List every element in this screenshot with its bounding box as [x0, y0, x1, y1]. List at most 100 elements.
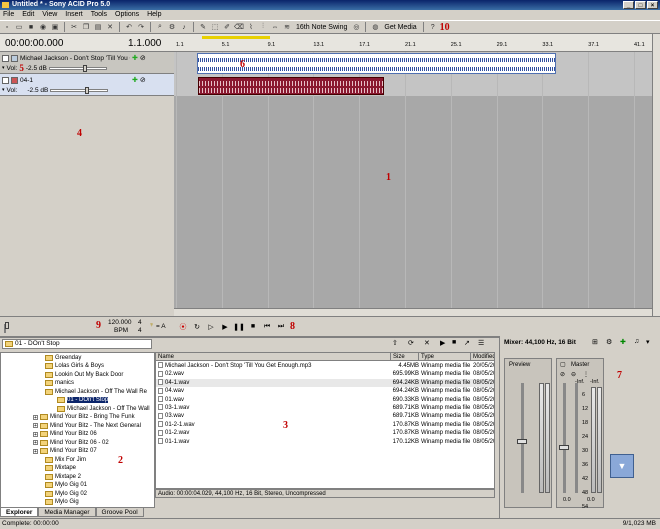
master-mute-icon[interactable]: ⊖ [571, 371, 576, 378]
ruler[interactable]: 1.1 5.1 9.1 13.1 17.1 21.1 25.1 29.1 33.1 37.1 41.… [174, 34, 652, 52]
new-icon[interactable]: ▫ [2, 22, 12, 32]
add-fx-icon[interactable]: ✚ [132, 54, 138, 62]
expand-icon[interactable]: ▾ [2, 87, 5, 93]
properties-icon[interactable]: ▣ [50, 22, 60, 32]
minimize-button[interactable]: _ [623, 1, 634, 9]
select-tool-icon[interactable]: ⬚ [210, 22, 220, 32]
sig-bottom[interactable]: 4 [138, 327, 142, 334]
mute-icon[interactable]: ⊘ [140, 54, 146, 62]
master-solo-icon[interactable]: ⋮ [583, 371, 589, 378]
vol-slider[interactable] [50, 86, 109, 94]
delete-file-icon[interactable]: ✕ [424, 339, 430, 347]
whats-this-icon[interactable]: ? [428, 22, 438, 32]
expand-icon[interactable]: + [33, 423, 38, 429]
soft-synth-icon[interactable]: ♫ [634, 338, 639, 345]
expand-icon[interactable]: + [33, 448, 38, 454]
tempo-value[interactable]: 120.000 [108, 319, 132, 326]
groove-tool-icon[interactable]: ≋ [282, 22, 292, 32]
undo-icon[interactable]: ↶ [124, 22, 134, 32]
preview-stop-icon[interactable]: ■ [452, 339, 456, 346]
file-row[interactable]: 04.wav 694.24KBWinamp media file08/05/200… [156, 387, 494, 395]
play-from-start-icon[interactable]: ▷ [206, 322, 216, 332]
file-row[interactable]: 04-1.wav 694.24KB Winamp media file 08/05/2… [156, 378, 494, 387]
draw-tool-icon[interactable]: ✎ [198, 22, 208, 32]
go-end-icon[interactable]: ⏭ [276, 322, 286, 332]
vol-knob[interactable] [84, 86, 89, 94]
master-fader-left[interactable] [559, 445, 569, 450]
open-icon[interactable]: ▭ [14, 22, 24, 32]
expand-icon[interactable]: + [33, 431, 38, 437]
file-row[interactable]: 01-2-1.wav 170.87KB Winamp media file 08/05… [156, 421, 494, 429]
record-icon[interactable]: ⦿ [178, 322, 188, 332]
mute-icon[interactable]: ⊘ [140, 76, 146, 84]
col-type[interactable]: Type [419, 353, 471, 361]
horizontal-scrollbar[interactable] [174, 308, 652, 316]
menu-help[interactable]: Help [144, 11, 164, 18]
file-row[interactable]: 01-1.wav 170.12KB Winamp media file 08/05/2… [156, 438, 494, 446]
stop-icon[interactable]: ■ [248, 322, 258, 332]
menu-view[interactable]: View [39, 11, 60, 18]
file-row[interactable]: 01.wav 690.33KBWinamp media file08/05/200… [156, 396, 494, 404]
tree-item[interactable]: Mylo Gig [45, 498, 79, 507]
vertical-scrollbar[interactable] [652, 34, 660, 316]
erase-tool-icon[interactable]: ⌫ [234, 22, 244, 32]
delete-icon[interactable]: ✕ [105, 22, 115, 32]
vol-slider[interactable] [48, 64, 107, 72]
col-size[interactable]: Size [391, 353, 419, 361]
loop-icon[interactable]: ↻ [192, 322, 202, 332]
sig-top[interactable]: 4 [138, 319, 142, 326]
play-icon[interactable]: ▶ [220, 322, 230, 332]
file-row[interactable]: 03.wav 689.71KBWinamp media file08/05/200… [156, 412, 494, 420]
audio-clip-2[interactable] [198, 77, 384, 95]
expand-icon[interactable]: + [33, 414, 38, 420]
key-value[interactable]: = A [156, 323, 166, 330]
split-tool-icon[interactable]: ⫶ [258, 22, 268, 32]
copy-icon[interactable]: ❐ [81, 22, 91, 32]
save-icon[interactable]: ■ [26, 22, 36, 32]
preview-fader[interactable] [517, 439, 527, 444]
col-name[interactable]: Name [156, 353, 391, 361]
menu-tools[interactable]: Tools [88, 11, 110, 18]
loop-region[interactable] [202, 36, 270, 39]
track-name[interactable]: 04-1 [20, 77, 130, 84]
cut-icon[interactable]: ✂ [69, 22, 79, 32]
snap-icon[interactable]: ♪ [179, 22, 189, 32]
menu-insert[interactable]: Insert [62, 11, 86, 18]
up-folder-icon[interactable]: ⇧ [392, 339, 398, 347]
insert-fx-icon[interactable]: ⚙ [606, 338, 612, 346]
menu-options[interactable]: Options [112, 11, 142, 18]
menu-file[interactable]: File [0, 11, 17, 18]
auto-ripple-icon[interactable]: ⚙ [167, 22, 177, 32]
views-icon[interactable]: ☰ [478, 339, 484, 347]
tab-explorer[interactable]: Explorer [0, 507, 39, 517]
envelope-tool-icon[interactable]: ⌇ [246, 22, 256, 32]
get-media-icon[interactable]: ◍ [370, 22, 380, 32]
tab-media-manager[interactable]: Media Manager [38, 507, 96, 517]
pause-icon[interactable]: ❚❚ [233, 322, 245, 332]
path-combo[interactable]: 01 - DOn't Stop [2, 339, 152, 349]
track-header-2[interactable]: 04-1 ✚ ⊘ ▾ Vol: -2.5 dB [0, 74, 174, 96]
swing-selector[interactable]: 16th Note Swing [294, 24, 349, 31]
file-row[interactable]: 02.wav 695.99KBWinamp media file08/05/200… [156, 370, 494, 378]
insert-bus-icon[interactable]: ⊞ [592, 338, 598, 346]
groove-icon[interactable]: ◎ [351, 22, 361, 32]
go-start-icon[interactable]: ⏮ [262, 322, 272, 332]
file-row[interactable]: Michael Jackson - Don't Stop 'Till You G… [156, 362, 494, 370]
get-media-button[interactable]: Get Media [382, 24, 418, 31]
add-assignable-fx-icon[interactable]: ✚ [620, 338, 626, 346]
file-row[interactable]: 03-1.wav 689.71KB Winamp media file 08/05/2… [156, 404, 494, 412]
track-header-1[interactable]: Michael Jackson - Don't Stop 'Till You G… [0, 52, 174, 74]
paste-icon[interactable]: ▤ [93, 22, 103, 32]
folder-tree[interactable]: Greenday Lolas Girls & Boys Lookin Out My … [0, 352, 155, 508]
paint-tool-icon[interactable]: ✐ [222, 22, 232, 32]
audio-clip-1[interactable] [197, 53, 556, 74]
mixer-options-icon[interactable]: ▾ [646, 338, 650, 346]
master-fx-icon[interactable]: ⊘ [560, 371, 565, 378]
col-modified[interactable]: Modified [471, 353, 494, 361]
track-name[interactable]: Michael Jackson - Don't Stop 'Till You G… [20, 55, 130, 62]
preview-play-icon[interactable]: ▶ [440, 339, 445, 347]
render-icon[interactable]: ◉ [38, 22, 48, 32]
maximize-button[interactable]: □ [635, 1, 646, 9]
redo-icon[interactable]: ↷ [136, 22, 146, 32]
expand-icon[interactable]: ▾ [2, 65, 5, 71]
